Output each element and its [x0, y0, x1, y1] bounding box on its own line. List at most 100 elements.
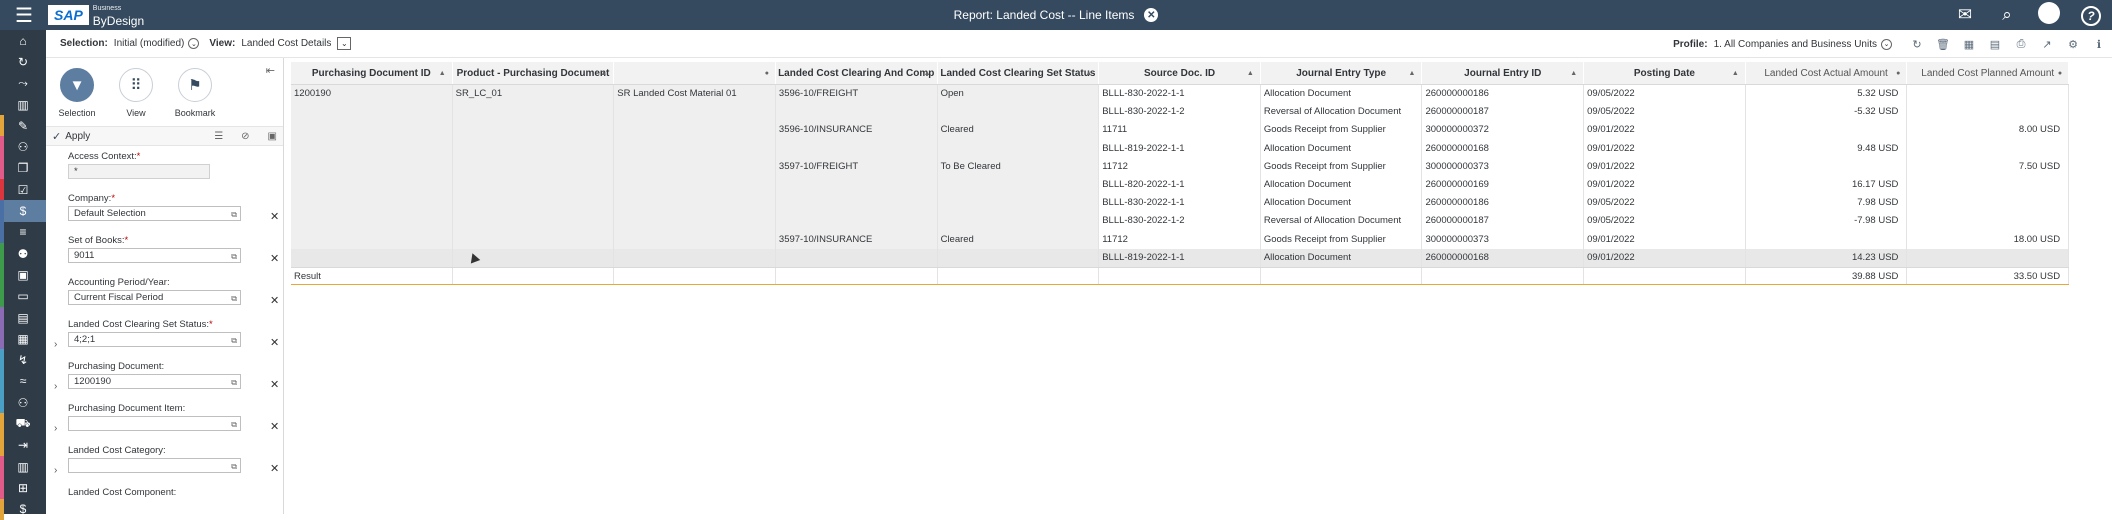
- selection-button[interactable]: ▼ Selection: [56, 68, 98, 118]
- clear-field-icon[interactable]: ✕: [270, 420, 279, 433]
- nav-folder-icon[interactable]: ▭: [0, 285, 46, 307]
- chevron-down-icon[interactable]: ⌄: [1881, 38, 1892, 50]
- value-help-icon[interactable]: ⧉: [231, 208, 237, 221]
- column-header[interactable]: Journal Entry Type ▲: [1261, 62, 1423, 84]
- delete-icon[interactable]: 🗑: [1930, 38, 1956, 51]
- expand-icon[interactable]: ›: [54, 381, 57, 392]
- clear-field-icon[interactable]: ✕: [270, 252, 279, 265]
- clear-filter-icon[interactable]: ⊘: [241, 131, 249, 142]
- nav-checklist-icon[interactable]: ☑: [0, 179, 46, 201]
- nav-document-icon[interactable]: ▤: [0, 306, 46, 329]
- nav-documents-icon[interactable]: ❐: [0, 157, 46, 180]
- nav-list-icon[interactable]: ≡: [0, 221, 46, 243]
- sort-ascending-icon[interactable]: ▲: [1570, 70, 1577, 77]
- export-icon[interactable]: ↗: [2034, 38, 2060, 51]
- table-row[interactable]: BLLL-830-2022-1-1 Allocation Document 2600…: [291, 194, 2070, 213]
- settings-icon[interactable]: ⚙: [2060, 38, 2086, 51]
- column-header[interactable]: Landed Cost Clearing Set Status ▲: [938, 62, 1100, 84]
- table-row[interactable]: 3597-10/FREIGHT To Be Cleared 11712 Goods R…: [291, 157, 2070, 176]
- clear-field-icon[interactable]: ✕: [270, 210, 279, 223]
- column-header[interactable]: ●: [614, 62, 776, 84]
- value-help-icon[interactable]: ⧉: [231, 250, 237, 263]
- notifications-icon[interactable]: ✉: [1944, 5, 1986, 25]
- nav-people-icon[interactable]: ⚇: [0, 392, 46, 414]
- value-help-icon[interactable]: ⧉: [231, 292, 237, 305]
- filter-input[interactable]: 9011 ⧉: [68, 248, 241, 263]
- filter-settings-icon[interactable]: ☰: [214, 131, 223, 142]
- table-row[interactable]: 3596-10/INSURANCE Cleared 11711 Goods Recei…: [291, 121, 2070, 140]
- column-header[interactable]: Posting Date ▲: [1584, 62, 1746, 84]
- help-icon[interactable]: ?: [2070, 5, 2112, 26]
- column-header[interactable]: Product - Purchasing Document ▲: [453, 62, 615, 84]
- print-icon[interactable]: ⎙: [2008, 38, 2034, 51]
- nav-home-icon[interactable]: ⌂: [0, 30, 46, 51]
- search-icon[interactable]: ⌕: [1986, 5, 2028, 25]
- filter-input[interactable]: 4;2;1 ⧉: [68, 332, 241, 347]
- column-menu-icon[interactable]: ●: [765, 70, 769, 77]
- chevron-down-icon[interactable]: ⌄: [188, 38, 200, 49]
- nav-people-cost-icon[interactable]: ⚉: [0, 242, 46, 265]
- column-menu-icon[interactable]: ●: [2058, 70, 2062, 77]
- view-value[interactable]: Landed Cost Details: [241, 38, 331, 49]
- expand-icon[interactable]: ›: [54, 423, 57, 434]
- nav-edit-icon[interactable]: ✎: [0, 115, 46, 137]
- column-header[interactable]: Purchasing Document ID ▲: [291, 62, 453, 84]
- sort-ascending-icon[interactable]: ▲: [1085, 70, 1092, 77]
- table-row[interactable]: BLLL-830-2022-1-2 Reversal of Allocation …: [291, 212, 2070, 231]
- selection-value[interactable]: Initial (modified): [114, 38, 185, 49]
- filter-input[interactable]: Current Fiscal Period ⧉: [68, 290, 241, 305]
- save-selection-icon[interactable]: ▣: [268, 131, 277, 142]
- sort-ascending-icon[interactable]: ▲: [924, 70, 931, 77]
- clear-field-icon[interactable]: ✕: [270, 294, 279, 307]
- column-header[interactable]: Landed Cost Planned Amount ●: [1907, 62, 2070, 84]
- view-dropdown-icon[interactable]: ⌄: [337, 37, 352, 50]
- nav-trend-icon[interactable]: ↯: [0, 349, 46, 371]
- bookmark-button[interactable]: ⚑ Bookmark: [174, 68, 216, 118]
- table-row[interactable]: 1200190 SR_LC_01 SR Landed Cost Material 0…: [291, 85, 2070, 104]
- sort-ascending-icon[interactable]: ▲: [439, 70, 446, 77]
- table-row[interactable]: BLLL-819-2022-1-1 Allocation Document 2600…: [291, 248, 2070, 267]
- value-help-icon[interactable]: ⧉: [231, 418, 237, 431]
- nav-hierarchy-icon[interactable]: ⊞: [0, 477, 46, 499]
- table-row[interactable]: 3597-10/INSURANCE Cleared 11712 Goods Recei…: [291, 230, 2070, 249]
- nav-refresh-icon[interactable]: ↻: [0, 51, 46, 72]
- table-row[interactable]: BLLL-819-2022-1-1 Allocation Document 2600…: [291, 139, 2070, 158]
- clear-field-icon[interactable]: ✕: [270, 378, 279, 391]
- filter-input[interactable]: 1200190 ⧉: [68, 374, 241, 389]
- table-row[interactable]: BLLL-830-2022-1-2 Reversal of Allocation …: [291, 103, 2070, 122]
- menu-icon[interactable]: ☰: [0, 0, 48, 30]
- sort-ascending-icon[interactable]: ▲: [1247, 70, 1254, 77]
- expand-icon[interactable]: ›: [54, 339, 57, 350]
- value-help-icon[interactable]: ⧉: [231, 334, 237, 347]
- nav-money-icon[interactable]: $: [0, 200, 46, 222]
- nav-dollar-icon[interactable]: $: [0, 498, 46, 520]
- column-menu-icon[interactable]: ●: [1896, 70, 1900, 77]
- profile-value[interactable]: 1. All Companies and Business Units: [1714, 39, 1877, 50]
- filter-input[interactable]: *: [68, 164, 210, 179]
- clear-field-icon[interactable]: ✕: [270, 462, 279, 475]
- filter-input[interactable]: Default Selection ⧉: [68, 206, 241, 221]
- user-avatar-icon[interactable]: [2028, 1, 2070, 29]
- nav-building-icon[interactable]: ▥: [0, 455, 46, 478]
- filter-input[interactable]: ⧉: [68, 458, 241, 473]
- sort-ascending-icon[interactable]: ▲: [1409, 70, 1416, 77]
- nav-group-icon[interactable]: ⚇: [0, 136, 46, 158]
- nav-chart-icon[interactable]: ▥: [0, 94, 46, 115]
- nav-vehicle-icon[interactable]: ⛟: [0, 413, 46, 435]
- column-header[interactable]: Landed Cost Actual Amount ●: [1746, 62, 1908, 84]
- apply-button[interactable]: Apply: [65, 131, 90, 142]
- clear-field-icon[interactable]: ✕: [270, 336, 279, 349]
- nav-export-icon[interactable]: ⇥: [0, 434, 46, 456]
- table-icon[interactable]: ▦: [1956, 38, 1982, 51]
- nav-box-icon[interactable]: ▣: [0, 264, 46, 286]
- nav-route-icon[interactable]: ⤳: [0, 73, 46, 94]
- nav-waves-icon[interactable]: ≈: [0, 370, 46, 393]
- expand-icon[interactable]: ›: [54, 465, 57, 476]
- sort-ascending-icon[interactable]: ▲: [600, 70, 607, 77]
- value-help-icon[interactable]: ⧉: [231, 460, 237, 473]
- column-header[interactable]: Landed Cost Clearing And Comp ▲: [776, 62, 938, 84]
- view-button[interactable]: ⠿ View: [115, 68, 157, 118]
- info-icon[interactable]: ℹ: [2086, 38, 2112, 51]
- collapse-panel-icon[interactable]: ⇤: [266, 64, 275, 77]
- value-help-icon[interactable]: ⧉: [231, 376, 237, 389]
